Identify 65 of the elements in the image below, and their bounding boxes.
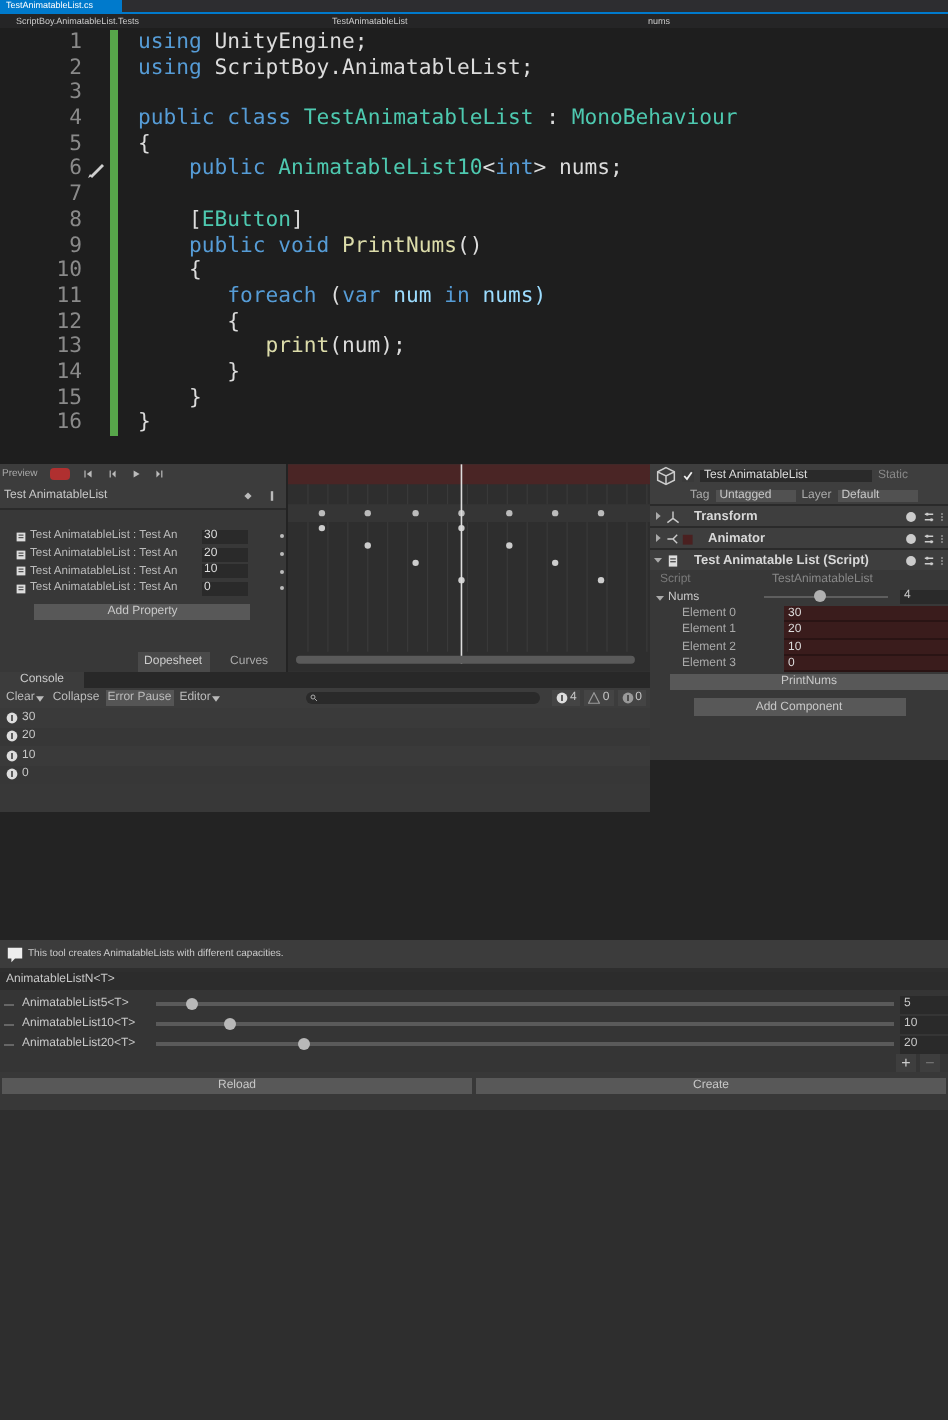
code-line: using UnityEngine; [138,30,368,56]
foldout-arrow-icon[interactable] [654,556,662,564]
sliders-icon[interactable] [922,531,936,545]
code-line: { [187,258,202,284]
line-number: 10 [54,258,82,284]
drag-handle[interactable] [4,1003,14,1005]
script-icon [666,553,680,567]
code-line: print(num); [263,334,406,360]
slider-thumb[interactable] [813,590,826,603]
code-line: } [138,410,151,437]
script-icon [16,531,26,542]
previous-key-icon[interactable] [105,468,118,480]
line-number: 16 [54,410,82,437]
line-number: 4 [67,106,82,132]
first-key-icon[interactable] [81,468,94,480]
slider-thumb[interactable] [297,1037,310,1050]
code-line: { [138,131,151,157]
add-keyframe-icon[interactable] [241,490,254,502]
code-line: } [187,385,202,411]
line-number: 15 [54,385,82,411]
line-number: 1 [67,30,82,56]
foldout-arrow-icon[interactable] [656,593,664,601]
code-line: public void PrintNums() [187,233,483,259]
line-number: 11 [54,283,82,310]
brush-icon[interactable] [86,159,106,180]
code-line: using ScriptBoy.AnimatableList; [138,55,534,81]
foldout-arrow-icon[interactable] [654,534,662,542]
line-number: 8 [67,207,82,234]
active-checkbox[interactable] [682,469,694,481]
sliders-icon[interactable] [922,509,936,523]
code-line: foreach (var num in nums) [225,283,547,310]
slider-thumb[interactable] [186,997,199,1010]
code-line: public AnimatableList10<int> nums; [187,156,623,183]
caret-icon[interactable] [212,695,221,701]
next-key-icon[interactable] [153,468,166,480]
info-icon [6,945,24,963]
line-number: 7 [67,182,82,208]
code-line: [EButton] [187,207,304,234]
line-number: 2 [67,55,82,81]
cube-icon [656,465,676,485]
code-line: { [225,309,241,335]
code-line: public class TestAnimatableList : MonoBehaviour [138,106,738,132]
transform-icon [666,509,680,523]
play-icon[interactable] [129,468,142,480]
script-icon [16,549,26,560]
sliders-icon[interactable] [922,553,936,567]
script-icon [16,583,26,594]
line-number: 3 [67,80,82,107]
script-icon [16,566,26,577]
line-number: 13 [54,334,82,360]
drag-handle[interactable] [4,1023,14,1025]
line-number: 6 [67,156,82,183]
slider-thumb[interactable] [223,1017,236,1030]
line-number: 14 [54,359,82,386]
animator-icon [666,531,694,545]
line-number: 9 [67,233,82,259]
add-button[interactable]: + [896,1054,916,1072]
search-icon [310,694,319,702]
search-field[interactable] [306,692,540,704]
foldout-arrow-icon[interactable] [654,512,662,520]
code-line: } [225,359,241,386]
line-number: 12 [54,309,82,335]
line-number: 5 [67,131,82,157]
caret-icon[interactable] [36,695,45,701]
drag-handle[interactable] [4,1043,14,1045]
